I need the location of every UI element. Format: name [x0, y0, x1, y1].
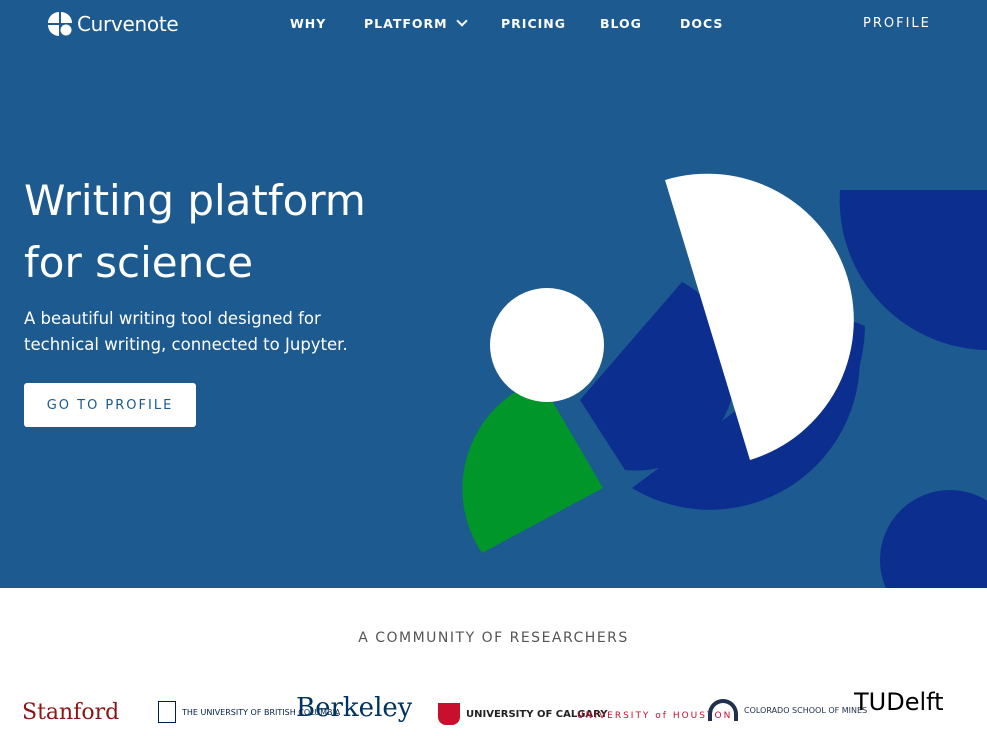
tudelft-logo-text: TUDelft [854, 688, 944, 716]
hero-illustration [462, 173, 987, 588]
mines-arch-icon [708, 699, 738, 721]
profile-link[interactable]: PROFILE [863, 16, 931, 31]
chevron-down-icon [455, 15, 468, 27]
berkeley-logo-text: Berkeley [296, 693, 413, 723]
white-circle [490, 288, 604, 402]
hero-title-line1: Writing platform [24, 176, 366, 225]
stanford-logo: Stanford [22, 692, 119, 732]
ubc-crest-icon [158, 701, 176, 723]
hero-title: Writing platform for science [24, 170, 464, 294]
brand-name: Curvenote [77, 12, 179, 36]
stanford-logo-text: Stanford [22, 699, 120, 725]
mines-logo-text: COLORADO SCHOOL OF MINES [744, 705, 868, 715]
nav-pricing[interactable]: PRICING [501, 16, 566, 31]
community-heading: A COMMUNITY OF RESEARCHERS [358, 630, 629, 646]
berkeley-logo: Berkeley [296, 688, 412, 728]
hero-title-line2: for science [24, 238, 254, 287]
brand-logo[interactable]: Curvenote [47, 11, 179, 37]
nav-blog[interactable]: BLOG [600, 16, 642, 31]
top-nav: Curvenote WHY PLATFORM PRICING BLOG DOCS… [0, 0, 987, 48]
nav-why[interactable]: WHY [290, 16, 326, 31]
tudelft-logo: TUDelft [854, 682, 944, 722]
nav-platform-label: PLATFORM [364, 16, 448, 31]
calgary-shield-icon [438, 703, 460, 725]
hero-section: Curvenote WHY PLATFORM PRICING BLOG DOCS… [0, 0, 987, 588]
navy-bottom-circle [880, 490, 987, 588]
mines-logo: COLORADO SCHOOL OF MINES [708, 690, 867, 730]
green-wedge [462, 380, 603, 553]
go-to-profile-button[interactable]: GO TO PROFILE [24, 383, 196, 427]
university-logos: Stanford THE UNIVERSITY OF BRITISH COLUM… [0, 680, 987, 725]
nav-docs[interactable]: DOCS [680, 16, 723, 31]
nav-platform[interactable]: PLATFORM [364, 15, 468, 31]
curvenote-logo-icon [48, 12, 72, 36]
hero-subtitle: A beautiful writing tool designed for te… [24, 309, 348, 354]
